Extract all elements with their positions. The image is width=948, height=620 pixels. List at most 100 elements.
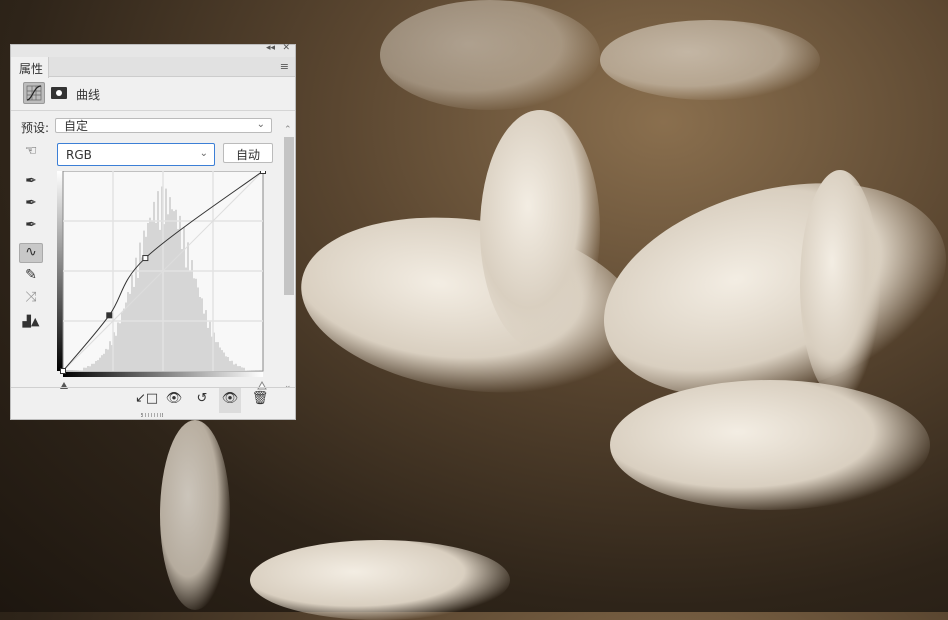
histogram-bar [141, 258, 143, 371]
histogram-bar [203, 314, 205, 371]
histogram-bar [207, 328, 209, 371]
chevron-down-icon: ⌄ [200, 148, 208, 159]
tab-properties[interactable]: 属性 [11, 57, 49, 78]
histogram-bar [241, 367, 243, 371]
gray-point-eyedropper-icon[interactable]: ✒ [19, 195, 43, 215]
delete-trash-icon[interactable]: 🗑 [249, 391, 271, 411]
histogram-bar [245, 370, 247, 371]
histogram-bar [117, 322, 119, 371]
histogram-bar [93, 364, 95, 371]
on-image-adjust-icon[interactable]: ☜ [19, 143, 43, 163]
histogram-bar [243, 368, 245, 371]
histogram-bar [125, 303, 127, 371]
histogram-bar [85, 368, 87, 371]
white-point-eyedropper-icon[interactable]: ✒ [19, 217, 43, 237]
histogram-bar [87, 366, 89, 371]
histogram-bar [169, 197, 171, 371]
histogram-bar [135, 258, 137, 371]
histogram-bar [239, 366, 241, 371]
histogram-bar [219, 347, 221, 371]
histogram-bar [151, 220, 153, 371]
black-point-eyedropper-icon[interactable]: ✒ [19, 173, 43, 193]
properties-panel: ◂◂ ✕ 属性 ≡ 曲线 预设: 自定⌄ ☜ RGB ⌄ 自动 ✒ ✒ ✒ ∿ ✎… [10, 44, 296, 420]
auto-button[interactable]: 自动 [223, 143, 273, 163]
curve-control-point[interactable] [107, 313, 112, 318]
histogram-bar [149, 218, 151, 371]
collapse-button[interactable]: ◂◂ [266, 43, 275, 53]
panel-title: 曲线 [76, 86, 100, 103]
histogram-bar [129, 294, 131, 371]
histogram-bar [115, 336, 117, 371]
histogram-bar [223, 353, 225, 371]
histogram-bar [137, 278, 139, 371]
histogram-bar [107, 350, 109, 371]
chevron-down-icon: ⌄ [257, 119, 265, 131]
histogram-bar [147, 223, 149, 371]
visibility-eye-icon[interactable]: 👁 [219, 388, 241, 413]
histogram-bar [153, 202, 155, 371]
histogram-bar [233, 364, 235, 371]
clipping-warning-icon[interactable]: ▟▲ [19, 315, 43, 335]
histogram-bar [199, 297, 201, 371]
histogram-bar [221, 350, 223, 371]
smooth-curve-icon[interactable]: ⤨ [19, 289, 43, 309]
curve-control-point[interactable] [261, 171, 266, 174]
histogram-bar [131, 275, 133, 371]
histogram-bar [171, 209, 173, 371]
view-previous-state-icon[interactable]: 👁 [163, 391, 185, 411]
histogram-bar [195, 279, 197, 371]
histogram-bar [95, 361, 97, 371]
histogram-bar [217, 342, 219, 371]
histogram-bar [105, 349, 107, 371]
clip-to-layer-icon[interactable]: ↙□ [135, 391, 157, 411]
curve-control-point[interactable] [143, 256, 148, 261]
resize-grip[interactable] [141, 413, 163, 417]
histogram-bar [181, 249, 183, 371]
histogram-bar [191, 260, 193, 371]
histogram-bar [99, 358, 101, 371]
preset-select[interactable]: 自定⌄ [55, 118, 272, 133]
histogram-bar [123, 309, 125, 371]
histogram-bar [209, 322, 211, 371]
histogram-bar [83, 368, 85, 371]
histogram-bar [159, 230, 161, 371]
curves-adjustment-icon[interactable] [23, 82, 45, 104]
histogram-bar [91, 364, 93, 371]
histogram-bar [215, 342, 217, 371]
histogram-bar [187, 242, 189, 371]
channel-select[interactable]: RGB ⌄ [57, 143, 215, 166]
histogram-bar [109, 341, 111, 371]
curves-graph[interactable] [57, 171, 277, 391]
histogram-bar [89, 366, 91, 371]
channel-value: RGB [66, 148, 92, 162]
histogram-bar [225, 356, 227, 371]
histogram-bar [185, 268, 187, 371]
histogram-bar [101, 355, 103, 371]
pencil-icon[interactable]: ✎ [19, 267, 43, 287]
histogram-bar [177, 229, 179, 371]
reset-icon[interactable]: ↺ [191, 391, 213, 411]
histogram-bar [103, 354, 105, 371]
histogram-bar [143, 231, 145, 371]
histogram-bar [139, 243, 141, 371]
histogram-bar [97, 360, 99, 371]
preset-label: 预设: [21, 119, 49, 136]
histogram-bar [227, 357, 229, 371]
histogram-bar [179, 216, 181, 371]
histogram-bar [167, 214, 169, 371]
scroll-up-icon[interactable]: ⌃ [284, 125, 292, 135]
histogram-bar [197, 287, 199, 371]
scrollbar-thumb[interactable] [284, 137, 294, 295]
curve-control-point[interactable] [61, 369, 66, 374]
histogram-bar [119, 323, 121, 371]
histogram-bar [157, 191, 159, 371]
histogram-bar [155, 223, 157, 371]
scrollbar[interactable]: ⌃ ⌄ [283, 127, 295, 389]
curve-edit-tool-icon[interactable]: ∿ [19, 243, 43, 263]
close-panel-button[interactable]: ✕ [282, 43, 290, 53]
histogram-bar [205, 310, 207, 371]
mask-icon[interactable] [51, 87, 67, 99]
histogram-bar [235, 364, 237, 371]
histogram-bar [127, 292, 129, 371]
panel-menu-icon[interactable]: ≡ [280, 60, 289, 73]
